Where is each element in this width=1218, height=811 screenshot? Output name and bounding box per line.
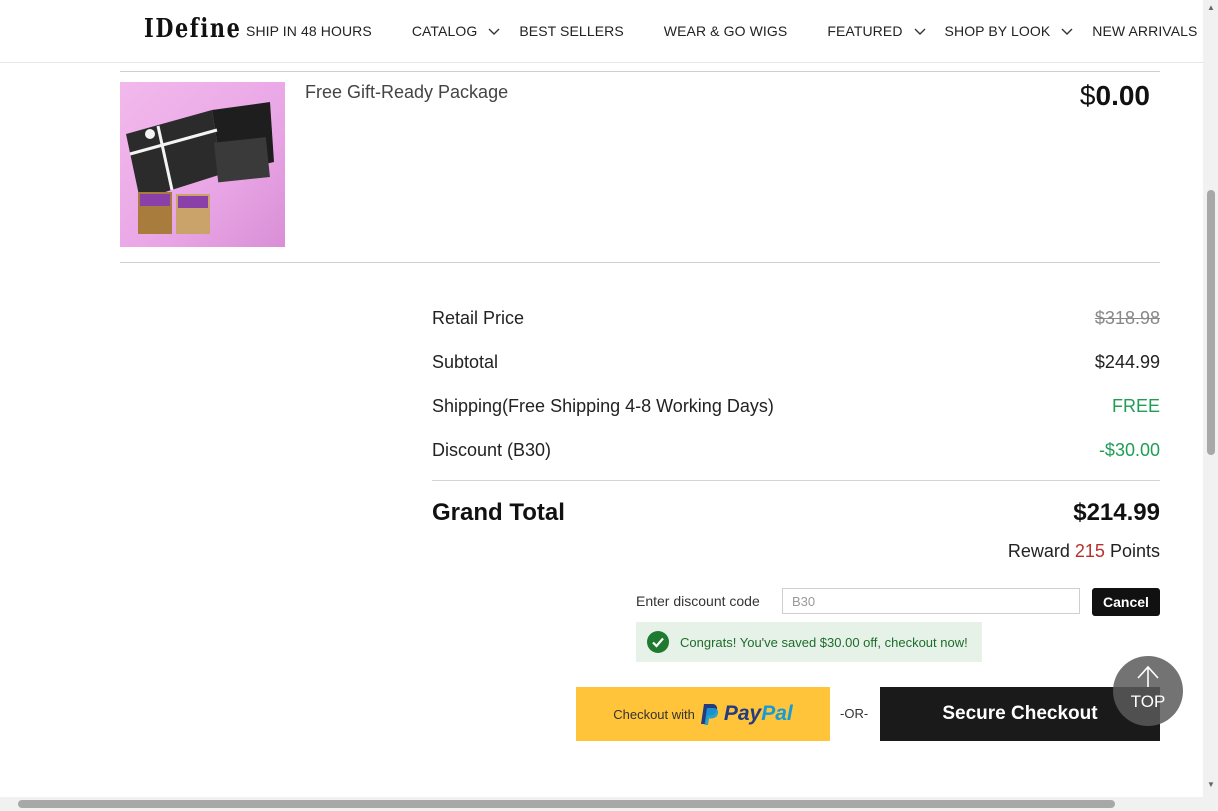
divider [120,262,1160,263]
shipping-row: Shipping(Free Shipping 4-8 Working Days)… [432,384,1160,428]
divider [120,71,1160,72]
nav-item-label: SHOP BY LOOK [944,23,1051,39]
nav-item-label: SHIP IN 48 HOURS [246,23,372,39]
site-logo[interactable]: IDefine [144,14,241,44]
cancel-discount-button[interactable]: Cancel [1092,588,1160,616]
vertical-scrollbar[interactable]: ▲ ▼ [1203,0,1218,811]
check-circle-icon [647,631,669,653]
gift-box-icon [126,102,274,234]
horizontal-scrollbar[interactable] [0,797,1203,811]
nav-item-featured[interactable]: FEATURED [827,23,926,39]
nav-item-best-sellers[interactable]: BEST SELLERS [519,23,623,39]
nav-item-label: BEST SELLERS [519,23,624,39]
vertical-scroll-thumb[interactable] [1207,190,1215,455]
paypal-wordmark: PayPal [724,702,793,726]
price-currency: $ [1079,80,1096,111]
subtotal-value: $244.99 [1094,351,1160,372]
nav-item-label: WEAR & GO WIGS [663,23,788,39]
chevron-down-icon [488,28,500,35]
retail-price-row: Retail Price $318.98 [432,296,1160,340]
product-name[interactable]: Free Gift-Ready Package [305,82,508,103]
shipping-label: Shipping(Free Shipping 4-8 Working Days) [432,395,774,416]
subtotal-label: Subtotal [432,351,499,372]
back-to-top-button[interactable]: TOP [1113,656,1183,726]
scroll-up-icon[interactable]: ▲ [1207,3,1215,12]
nav-item-wear-go-wigs[interactable]: WEAR & GO WIGS [664,23,788,39]
chevron-down-icon [1061,28,1073,35]
gift-package-image[interactable] [120,82,285,247]
nav-item-label: FEATURED [827,23,903,39]
scroll-down-icon[interactable]: ▼ [1207,780,1215,789]
nav-item-ship-in-48-hours[interactable]: SHIP IN 48 HOURS [246,23,372,39]
price-value: 0.00 [1095,80,1151,111]
discount-label: Discount (B30) [432,439,552,460]
nav-item-catalog[interactable]: CATALOG [412,23,502,39]
grand-total-label: Grand Total [432,499,565,526]
discount-code-input[interactable]: B30 [782,588,1080,614]
grand-total-value: $214.99 [1073,499,1160,526]
chevron-down-icon [914,28,926,35]
or-separator: -OR- [840,706,869,721]
discount-success-message: Congrats! You've saved $30.00 off, check… [636,622,982,662]
discount-row: Discount (B30) -$30.00 [432,428,1160,472]
paypal-checkout-button[interactable]: Checkout with PayPal [576,687,830,741]
grand-total-row: Grand Total $214.99 [432,481,1160,545]
back-to-top-label: TOP [1130,692,1166,711]
retail-price-label: Retail Price [432,307,525,328]
paypal-prefix: Checkout with [613,706,695,722]
main-nav: SHIP IN 48 HOURS CATALOG BEST SELLERS WE… [246,0,1218,62]
paypal-icon [700,704,719,725]
reward-points-value: 215 [1074,541,1105,561]
arrow-up-icon [1137,665,1159,687]
paypal-wordmark-pal: Pal [761,702,793,725]
reward-points: Reward 215 Points [432,541,1160,562]
nav-item-new-arrivals[interactable]: NEW ARRIVALS [1092,23,1197,39]
discount-code-label: Enter discount code [636,593,760,609]
shipping-value: FREE [1111,395,1160,416]
nav-item-label: NEW ARRIVALS [1092,23,1198,39]
reward-prefix: Reward [1007,541,1070,561]
discount-value: -$30.00 [1098,439,1160,460]
retail-price-value: $318.98 [1094,307,1160,328]
nav-item-shop-by-look[interactable]: SHOP BY LOOK [945,23,1075,39]
reward-suffix: Points [1109,541,1160,561]
nav-item-label: CATALOG [411,23,478,39]
site-header: IDefine SHIP IN 48 HOURS CATALOG BEST SE… [0,0,1203,63]
subtotal-row: Subtotal $244.99 [432,340,1160,384]
product-price: $0.00 [1080,80,1150,112]
paypal-wordmark-pay: Pay [723,702,762,725]
order-summary: Retail Price $318.98 Subtotal $244.99 Sh… [432,296,1160,562]
success-text: Congrats! You've saved $30.00 off, check… [680,634,968,650]
horizontal-scroll-thumb[interactable] [18,800,1115,808]
